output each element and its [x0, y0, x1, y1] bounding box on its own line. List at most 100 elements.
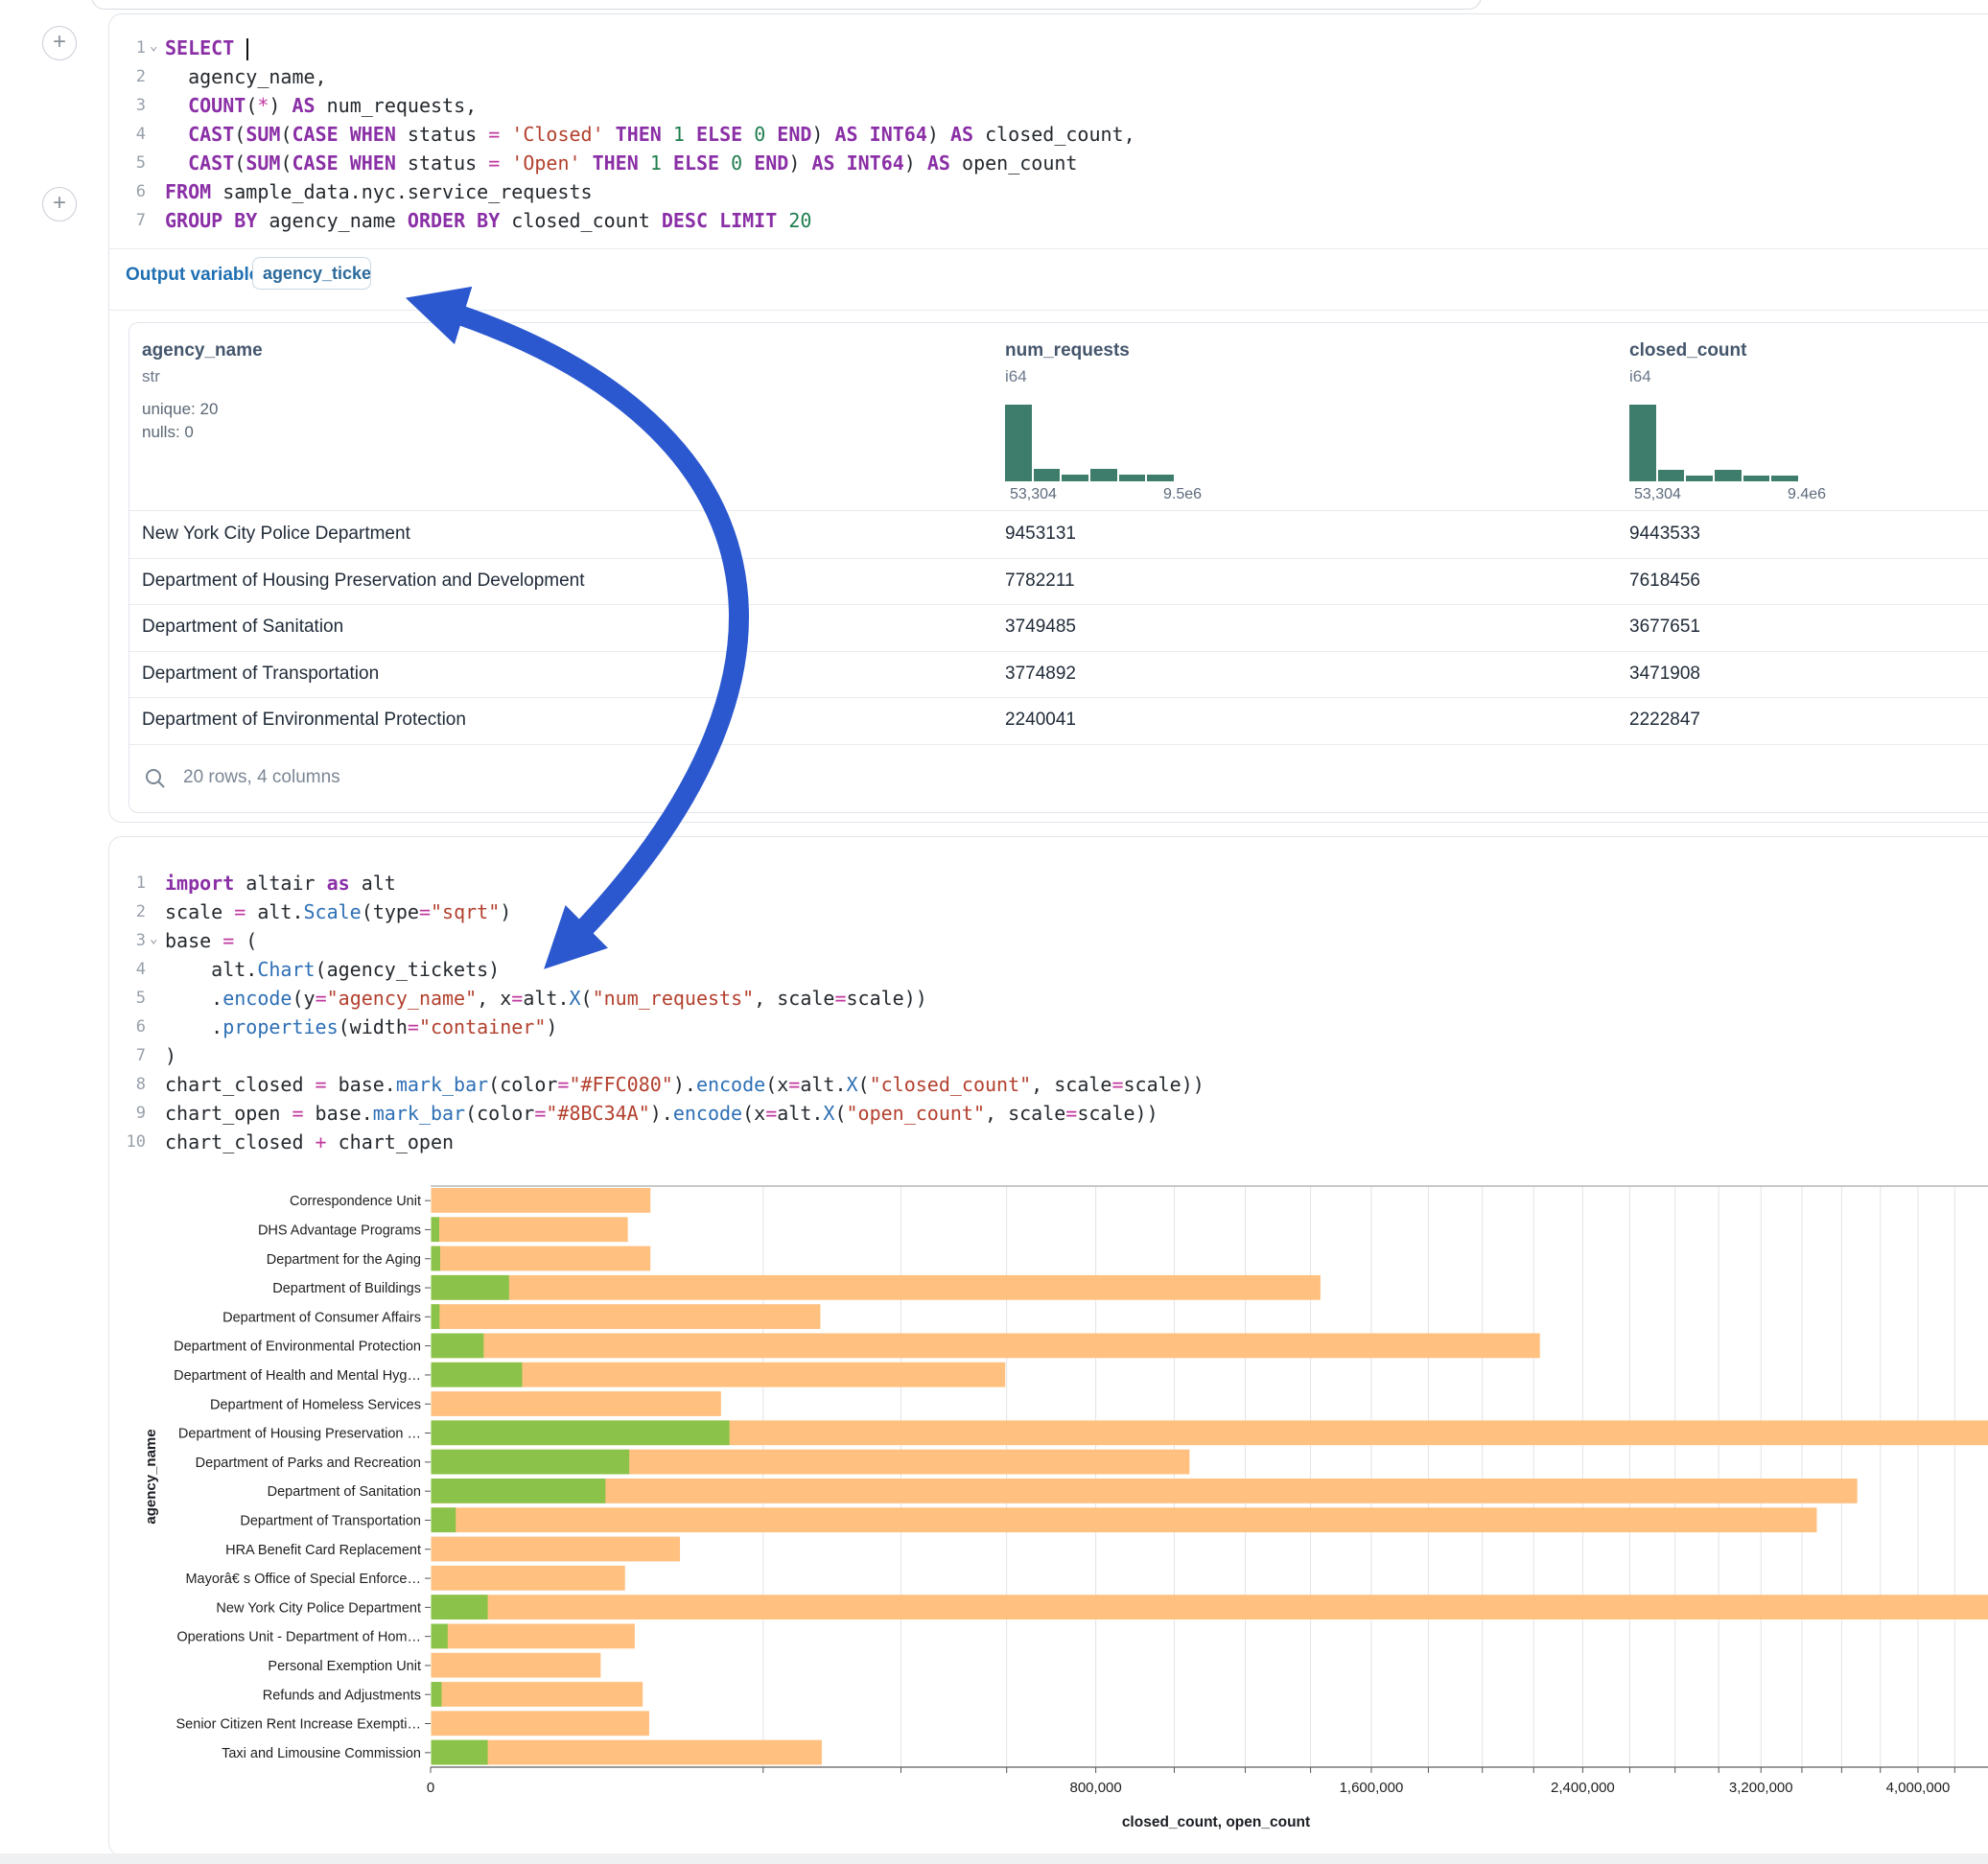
table-cell: Department of Transportation	[142, 651, 379, 698]
table-row[interactable]: Department of Housing Preservation and D…	[129, 558, 1988, 606]
table-cell: 9453131	[1005, 511, 1076, 558]
code-line[interactable]: 3⌄base = (	[109, 926, 1988, 955]
line-number: 4	[109, 120, 146, 149]
line-number: 2	[109, 897, 146, 926]
bar-closed_count	[432, 1217, 628, 1242]
y-category-label: Department of Homeless Services	[210, 1397, 421, 1412]
add-cell-button-output[interactable]: +	[42, 187, 77, 221]
hist-min-label: 53,304	[1010, 486, 1057, 503]
y-category-label: New York City Police Department	[216, 1600, 421, 1616]
fold-chevron-icon[interactable]: ⌄	[150, 32, 157, 60]
y-category-label: DHS Advantage Programs	[258, 1223, 421, 1238]
y-category-label: Department of Buildings	[272, 1281, 421, 1296]
y-category-label: Taxi and Limousine Commission	[222, 1746, 421, 1761]
code-line[interactable]: 5 CAST(SUM(CASE WHEN status = 'Open' THE…	[109, 149, 1988, 177]
bar-closed_count	[432, 1391, 721, 1416]
bar-closed_count	[432, 1275, 1321, 1300]
x-axis-title: closed_count, open_count	[1122, 1814, 1310, 1830]
output-variable-label: Output variable:	[126, 265, 266, 286]
bar-closed_count	[432, 1247, 651, 1271]
line-number: 7	[109, 1041, 146, 1070]
y-category-label: Department of Sanitation	[268, 1484, 421, 1500]
table-row[interactable]: Department of Environmental Protection 22…	[129, 697, 1988, 745]
y-category-label: Department of Housing Preservation …	[178, 1427, 421, 1442]
code-line[interactable]: 9chart_open = base.mark_bar(color="#8BC3…	[109, 1099, 1988, 1128]
y-category-label: Department of Consumer Affairs	[222, 1310, 421, 1325]
bar-closed_count	[432, 1653, 601, 1678]
bar-open_count	[432, 1595, 488, 1619]
table-cell: 2240041	[1005, 697, 1076, 744]
code-line[interactable]: 8chart_closed = base.mark_bar(color="#FF…	[109, 1070, 1988, 1099]
code-line[interactable]: 1⌄SELECT	[109, 34, 1988, 62]
histogram-bar	[1715, 470, 1742, 481]
bar-closed_count	[432, 1740, 822, 1765]
line-number: 5	[109, 984, 146, 1013]
bar-closed_count	[432, 1334, 1540, 1359]
x-tick-label: 1,600,000	[1340, 1780, 1404, 1796]
bar-closed_count	[432, 1479, 1858, 1503]
column-type: str	[142, 367, 160, 386]
code-line[interactable]: 1import altair as alt	[109, 869, 1988, 897]
add-cell-button-top[interactable]: +	[42, 26, 77, 60]
python-code-editor[interactable]: 1import altair as alt2scale = alt.Scale(…	[109, 869, 1988, 1156]
bar-open_count	[432, 1304, 440, 1329]
bar-closed_count	[432, 1188, 651, 1213]
bar-closed_count	[432, 1507, 1817, 1532]
table-row[interactable]: New York City Police Department945313194…	[129, 511, 1988, 559]
bar-open_count	[432, 1624, 448, 1649]
bar-open_count	[432, 1275, 509, 1300]
line-number: 6	[109, 177, 146, 206]
table-cell: Department of Environmental Protection	[142, 697, 466, 744]
table-footer: 20 rows, 4 columns	[129, 744, 1988, 812]
code-line[interactable]: 6 .properties(width="container")	[109, 1013, 1988, 1041]
hist-min-label: 53,304	[1634, 486, 1681, 503]
bar-closed_count	[432, 1304, 821, 1329]
x-tick-label: 2,400,000	[1551, 1780, 1615, 1796]
code-line[interactable]: 10chart_closed + chart_open	[109, 1128, 1988, 1156]
cell-divider	[109, 310, 1988, 311]
code-line[interactable]: 7GROUP BY agency_name ORDER BY closed_co…	[109, 206, 1988, 235]
x-tick-label: 800,000	[1070, 1780, 1122, 1796]
line-number: 1	[109, 34, 146, 62]
table-row[interactable]: Department of Sanitation37494853677651	[129, 604, 1988, 652]
fold-chevron-icon[interactable]: ⌄	[150, 924, 157, 953]
histogram-bar	[1771, 476, 1798, 481]
sql-code-editor[interactable]: 1⌄SELECT 2 agency_name,3 COUNT(*) AS num…	[109, 34, 1988, 235]
line-number: 7	[109, 206, 146, 235]
table-cell: 9443533	[1629, 511, 1700, 558]
table-cell: 3749485	[1005, 604, 1076, 651]
code-line[interactable]: 2scale = alt.Scale(type="sqrt")	[109, 897, 1988, 926]
column-header-closed-count[interactable]: closed_count	[1629, 340, 1746, 361]
bar-closed_count	[432, 1595, 1988, 1619]
y-category-label: Department of Environmental Protection	[174, 1340, 421, 1355]
y-category-label: Department for the Aging	[267, 1252, 421, 1268]
next-cell-gap	[0, 1853, 1988, 1864]
code-line[interactable]: 5 .encode(y="agency_name", x=alt.X("num_…	[109, 984, 1988, 1013]
hist-max-label: 9.5e6	[1163, 486, 1202, 503]
output-variable-row: Output variable: agency_tickets	[109, 248, 1988, 310]
y-category-label: Personal Exemption Unit	[268, 1659, 421, 1674]
line-number: 8	[109, 1070, 146, 1099]
bar-closed_count	[432, 1537, 681, 1562]
column-header-num-requests[interactable]: num_requests	[1005, 340, 1130, 361]
code-line[interactable]: 6FROM sample_data.nyc.service_requests	[109, 177, 1988, 206]
code-line[interactable]: 2 agency_name,	[109, 62, 1988, 91]
bar-open_count	[432, 1740, 488, 1765]
bar-closed_count	[432, 1624, 635, 1649]
search-icon[interactable]	[144, 767, 167, 790]
code-line[interactable]: 4 CAST(SUM(CASE WHEN status = 'Closed' T…	[109, 120, 1988, 149]
code-line[interactable]: 3 COUNT(*) AS num_requests,	[109, 91, 1988, 120]
num-requests-histogram	[1005, 405, 1176, 481]
table-cell: 3471908	[1629, 651, 1700, 698]
code-line[interactable]: 4 alt.Chart(agency_tickets)	[109, 955, 1988, 984]
output-variable-input[interactable]: agency_tickets	[252, 257, 371, 290]
bar-open_count	[432, 1420, 730, 1445]
column-header-agency-name[interactable]: agency_name	[142, 340, 263, 361]
code-line[interactable]: 7)	[109, 1041, 1988, 1070]
histogram-bar	[1147, 475, 1174, 481]
histogram-bar	[1686, 476, 1713, 481]
table-row[interactable]: Department of Transportation377489234719…	[129, 651, 1988, 699]
y-category-label: Senior Citizen Rent Increase Exempti…	[176, 1717, 421, 1733]
notebook-page: + + 1⌄SELECT 2 agency_name,3 COUNT(*) AS…	[0, 0, 1988, 1864]
line-number: 9	[109, 1099, 146, 1128]
